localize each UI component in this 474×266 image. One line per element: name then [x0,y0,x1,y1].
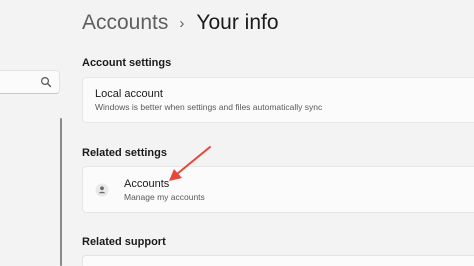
page-title: Your info [196,11,279,34]
section-title-account-settings: Account settings [82,57,172,69]
breadcrumb-accounts-link[interactable]: Accounts [82,11,168,35]
local-account-title: Local account [95,88,163,100]
local-account-card[interactable]: Local account Windows is better when set… [82,77,474,123]
person-icon [95,183,109,197]
search-icon[interactable] [40,76,52,88]
section-title-related-settings: Related settings [82,147,167,159]
breadcrumb: Accounts › Your info [82,6,279,40]
nav-scrollbar[interactable] [60,118,62,266]
accounts-link-title: Accounts [124,178,170,190]
settings-window: Accounts › Your info Account settings Lo… [0,0,474,266]
breadcrumb-separator: › [179,14,185,32]
local-account-subtitle: Windows is better when settings and file… [95,102,323,112]
accounts-link-card[interactable]: Accounts Manage my accounts [82,166,474,213]
search-settings-box[interactable] [0,70,60,94]
section-title-related-support: Related support [82,236,166,248]
navigation-pane [0,0,66,266]
accounts-link-subtitle: Manage my accounts [124,192,205,202]
related-support-card[interactable] [82,255,474,266]
